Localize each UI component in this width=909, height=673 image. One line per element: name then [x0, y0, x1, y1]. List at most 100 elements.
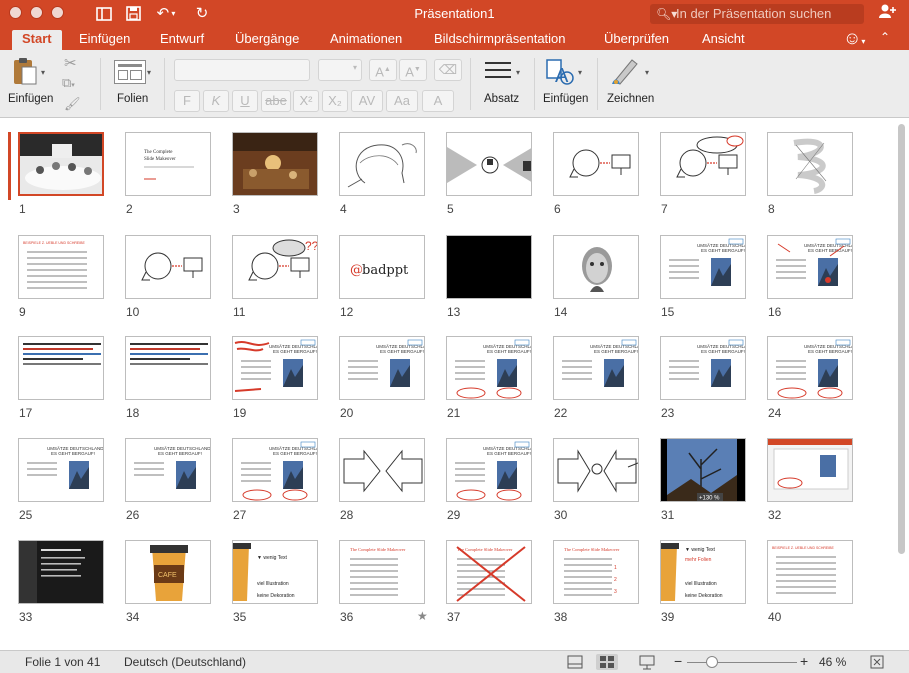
- subscript-button[interactable]: X₂: [322, 90, 348, 112]
- sidebar-icon[interactable]: [94, 4, 114, 24]
- slide-preview[interactable]: UMSÄTZE DEUTSCHLAND 2013ES GEHT BERGAUF!: [767, 336, 853, 400]
- draw-label[interactable]: Zeichnen: [607, 93, 654, 105]
- slide-preview[interactable]: [446, 235, 532, 299]
- slide-preview[interactable]: ??: [232, 235, 318, 299]
- slide-preview[interactable]: UMSÄTZE DEUTSCHLAND 2013ES GEHT BERGAUF!: [660, 336, 746, 400]
- slide-preview[interactable]: [18, 540, 104, 604]
- tab-ueberpruefen[interactable]: Überprüfen: [604, 30, 669, 50]
- tab-bildschirmpraesentation[interactable]: Bildschirmpräsentation: [434, 30, 566, 50]
- slide-preview[interactable]: The Complete Slide Makeover: [446, 540, 532, 604]
- tab-animationen[interactable]: Animationen: [330, 30, 402, 50]
- zoom-out-button[interactable]: −: [674, 653, 682, 669]
- slide-preview[interactable]: [553, 235, 639, 299]
- slide-preview[interactable]: [339, 132, 425, 196]
- slide-preview[interactable]: The Complete Slide Makeover 1 2 3: [553, 540, 639, 604]
- collapse-icon[interactable]: ⌃: [880, 30, 890, 44]
- shapes-icon[interactable]: A: [545, 56, 575, 87]
- italic-button[interactable]: K: [203, 90, 229, 112]
- slide-preview[interactable]: [125, 235, 211, 299]
- tab-start[interactable]: Start: [12, 30, 62, 50]
- slide-preview[interactable]: UMSÄTZE DEUTSCHLAND 2013ES GEHT BERGAUF!: [446, 336, 532, 400]
- zoom-slider[interactable]: [687, 662, 797, 663]
- search-input[interactable]: 🔍︎▾ In der Präsentation suchen: [650, 4, 864, 24]
- tab-entwurf[interactable]: Entwurf: [160, 30, 204, 50]
- slides-dropdown-icon[interactable]: ▾: [147, 68, 151, 77]
- sorter-view-icon[interactable]: [596, 654, 618, 670]
- new-slide-icon[interactable]: [114, 60, 146, 84]
- maximize-icon[interactable]: [51, 6, 64, 19]
- superscript-button[interactable]: X²: [293, 90, 319, 112]
- slide-preview[interactable]: UMSÄTZE DEUTSCHLAND 2013ES GEHT BERGAUF!: [18, 438, 104, 502]
- redo-icon[interactable]: ↻: [193, 4, 211, 24]
- undo-icon[interactable]: ↶ ▾: [152, 4, 180, 24]
- normal-view-icon[interactable]: [564, 654, 586, 670]
- slide-preview[interactable]: [767, 132, 853, 196]
- clear-format-button[interactable]: ⌫: [434, 59, 462, 81]
- slide-preview[interactable]: [767, 438, 853, 502]
- font-color-button[interactable]: A: [422, 90, 454, 112]
- slide-preview[interactable]: CAFE: [125, 540, 211, 604]
- shrink-font-button[interactable]: A▼: [399, 59, 427, 81]
- strikethrough-button[interactable]: abe: [261, 90, 291, 112]
- add-user-icon[interactable]: [878, 3, 896, 23]
- zoom-level[interactable]: 46 %: [819, 655, 846, 669]
- slide-preview[interactable]: UMSÄTZE DEUTSCHLAND 2013ES GEHT BERGAUF!: [232, 336, 318, 400]
- slide-preview[interactable]: [553, 132, 639, 196]
- char-spacing-button[interactable]: AV: [351, 90, 383, 112]
- bold-button[interactable]: F: [174, 90, 200, 112]
- copy-icon[interactable]: ⧉▾: [62, 75, 75, 91]
- slide-preview[interactable]: UMSÄTZE DEUTSCHLAND 2013ES GEHT BERGAUF!: [446, 438, 532, 502]
- insert-dropdown-icon[interactable]: ▾: [578, 68, 582, 77]
- close-icon[interactable]: [9, 6, 22, 19]
- format-painter-icon[interactable]: 🖌︎: [64, 96, 81, 112]
- slide-preview[interactable]: UMSÄTZE DEUTSCHLAND 2013ES GEHT BERGAUF!: [553, 336, 639, 400]
- slide-preview[interactable]: @ badppt: [339, 235, 425, 299]
- draw-dropdown-icon[interactable]: ▾: [645, 68, 649, 77]
- cut-icon[interactable]: ✂: [64, 54, 77, 72]
- slide-preview[interactable]: The Complete Slide Makeover: [339, 540, 425, 604]
- slide-preview[interactable]: [339, 438, 425, 502]
- paste-dropdown-icon[interactable]: ▾: [41, 68, 45, 77]
- paragraph-dropdown-icon[interactable]: ▾: [516, 68, 520, 77]
- vertical-scrollbar[interactable]: [898, 124, 905, 554]
- slide-preview[interactable]: [232, 132, 318, 196]
- slide-preview[interactable]: [446, 132, 532, 196]
- paste-label[interactable]: Einfügen: [8, 93, 53, 105]
- slide-preview[interactable]: The Complete Slide Makeover: [125, 132, 211, 196]
- font-name-field[interactable]: [174, 59, 310, 81]
- tab-uebergaenge[interactable]: Übergänge: [235, 30, 299, 50]
- save-icon[interactable]: [123, 4, 143, 24]
- font-size-field[interactable]: ▾: [318, 59, 362, 81]
- slide-preview[interactable]: [18, 132, 104, 196]
- minimize-icon[interactable]: [30, 6, 43, 19]
- zoom-in-button[interactable]: +: [800, 653, 808, 669]
- slide-preview[interactable]: [18, 336, 104, 400]
- slide-preview[interactable]: ▼ wenig Text viel Illustration keine Dekor…: [232, 540, 318, 604]
- underline-button[interactable]: U: [232, 90, 258, 112]
- change-case-button[interactable]: Aa: [386, 90, 418, 112]
- paragraph-icon[interactable]: [485, 62, 511, 78]
- slide-preview[interactable]: ▼ wenig Text mehr Folien viel Illustration…: [660, 540, 746, 604]
- slide-preview[interactable]: +130 %: [660, 438, 746, 502]
- grow-font-button[interactable]: A▲: [369, 59, 397, 81]
- paragraph-label[interactable]: Absatz: [484, 93, 519, 105]
- draw-icon[interactable]: [610, 56, 642, 86]
- slide-preview[interactable]: [553, 438, 639, 502]
- tab-ansicht[interactable]: Ansicht: [702, 30, 745, 50]
- slides-label[interactable]: Folien: [117, 93, 148, 105]
- presenter-view-icon[interactable]: [636, 654, 658, 670]
- slide-preview[interactable]: UMSÄTZE DEUTSCHLAND 2013ES GEHT BERGAUF!: [125, 438, 211, 502]
- zoom-slider-handle[interactable]: [706, 656, 719, 668]
- slide-preview[interactable]: UMSÄTZE DEUTSCHLAND 2013ES GEHT BERGAUF!: [660, 235, 746, 299]
- tab-einfuegen[interactable]: Einfügen: [79, 30, 130, 50]
- slide-preview[interactable]: BEISPIELE Z. UEBLE UND SCHREIBE: [767, 540, 853, 604]
- fit-icon[interactable]: [866, 654, 888, 670]
- slide-preview[interactable]: UMSÄTZE DEUTSCHLAND 2013ES GEHT BERGAUF!: [339, 336, 425, 400]
- slide-preview[interactable]: [125, 336, 211, 400]
- smiley-icon[interactable]: ☺▾: [843, 28, 865, 49]
- slide-preview[interactable]: UMSÄTZE DEUTSCHLAND 2013ES GEHT BERGAUF!: [767, 235, 853, 299]
- language-indicator[interactable]: Deutsch (Deutschland): [124, 655, 246, 669]
- insert-label[interactable]: Einfügen: [543, 93, 588, 105]
- slide-preview[interactable]: [660, 132, 746, 196]
- paste-icon[interactable]: [12, 56, 40, 86]
